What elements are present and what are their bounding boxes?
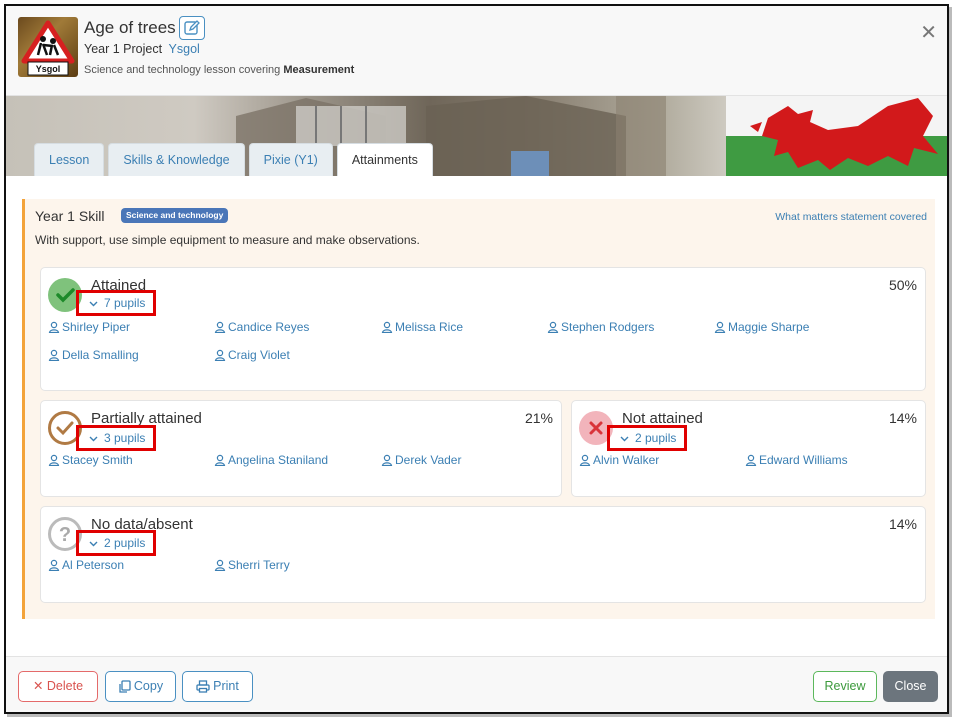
- modal-footer: ✕ Delete Copy Print Review Close: [6, 656, 947, 712]
- copy-button[interactable]: Copy: [105, 671, 176, 702]
- tab-pixie[interactable]: Pixie (Y1): [248, 143, 333, 176]
- pupils-count: 3 pupils: [104, 431, 146, 445]
- close-button[interactable]: Close: [883, 671, 938, 702]
- user-icon: [214, 349, 226, 362]
- user-icon: [579, 454, 591, 467]
- pupil-link[interactable]: Maggie Sharpe: [714, 320, 809, 334]
- group-percent: 21%: [524, 410, 553, 426]
- skill-description: With support, use simple equipment to me…: [35, 233, 420, 247]
- tab-bar: Lesson Skills & Knowledge Pixie (Y1) Att…: [34, 143, 437, 176]
- group-percent: 50%: [888, 277, 917, 293]
- lesson-description: Science and technology lesson covering M…: [84, 64, 354, 76]
- not-attained-card: Not attained 14% 2 pupils Alvin Walker E…: [571, 400, 926, 497]
- pupil-link[interactable]: Derek Vader: [381, 453, 461, 467]
- lesson-title: Age of trees: [84, 18, 176, 37]
- group-percent: 14%: [888, 516, 917, 532]
- welsh-dragon-icon: [750, 98, 938, 170]
- review-button[interactable]: Review: [813, 671, 877, 702]
- chevron-down-icon: [620, 428, 629, 448]
- copy-icon: [119, 680, 131, 693]
- pupil-link[interactable]: Melissa Rice: [381, 320, 463, 334]
- group-percent: 14%: [888, 410, 917, 426]
- user-icon: [48, 454, 60, 467]
- skill-panel: Year 1 Skill Science and technology What…: [22, 199, 935, 619]
- user-icon: [214, 321, 226, 334]
- pupil-link[interactable]: Alvin Walker: [579, 453, 659, 467]
- user-icon: [547, 321, 559, 334]
- description-topic: Measurement: [283, 64, 355, 76]
- user-icon: [214, 454, 226, 467]
- lesson-modal: Ysgol Age of trees Year 1 Project Ysgol …: [4, 4, 949, 714]
- tab-lesson[interactable]: Lesson: [34, 143, 105, 176]
- user-icon: [48, 321, 60, 334]
- user-icon: [381, 454, 393, 467]
- pupil-link[interactable]: Craig Violet: [214, 348, 290, 362]
- project-line: Year 1 Project Ysgol: [84, 42, 200, 56]
- pupils-toggle[interactable]: 3 pupils: [76, 425, 156, 451]
- project-label: Year 1 Project: [84, 42, 163, 56]
- pupil-link[interactable]: Shirley Piper: [48, 320, 130, 334]
- what-matters-link[interactable]: What matters statement covered: [775, 211, 927, 223]
- pupil-link[interactable]: Sherri Terry: [214, 558, 290, 572]
- svg-text:?: ?: [59, 524, 71, 546]
- svg-text:Ysgol: Ysgol: [36, 64, 61, 74]
- tab-skills-knowledge[interactable]: Skills & Knowledge: [108, 143, 245, 176]
- description-prefix: Science and technology lesson covering: [84, 64, 281, 76]
- user-icon: [214, 559, 226, 572]
- pupils-count: 7 pupils: [104, 296, 146, 310]
- project-link[interactable]: Ysgol: [169, 42, 200, 56]
- no-data-card: ? No data/absent 14% 2 pupils Al Peterso…: [40, 506, 926, 603]
- user-icon: [48, 349, 60, 362]
- chevron-down-icon: [89, 533, 98, 553]
- pupil-link[interactable]: Della Smalling: [48, 348, 139, 362]
- close-icon[interactable]: ✕: [920, 20, 937, 45]
- user-icon: [745, 454, 757, 467]
- pupil-link[interactable]: Candice Reyes: [214, 320, 309, 334]
- delete-button[interactable]: ✕ Delete: [18, 671, 98, 702]
- user-icon: [381, 321, 393, 334]
- pupils-toggle[interactable]: 7 pupils: [76, 290, 156, 316]
- pupil-link[interactable]: Edward Williams: [745, 453, 848, 467]
- pupil-link[interactable]: Stephen Rodgers: [547, 320, 654, 334]
- tab-attainments[interactable]: Attainments: [336, 143, 433, 176]
- close-icon: ✕: [32, 679, 44, 693]
- skill-title: Year 1 Skill: [35, 208, 105, 224]
- attained-card: Attained 50% 7 pupils Shirley Piper Cand…: [40, 267, 926, 391]
- pupils-toggle[interactable]: 2 pupils: [76, 530, 156, 556]
- user-icon: [714, 321, 726, 334]
- chevron-down-icon: [89, 293, 98, 313]
- pupils-count: 2 pupils: [635, 431, 677, 445]
- chevron-down-icon: [89, 428, 98, 448]
- pupils-count: 2 pupils: [104, 536, 146, 550]
- print-button[interactable]: Print: [182, 671, 253, 702]
- edit-title-button[interactable]: [179, 16, 205, 40]
- pupil-link[interactable]: Stacey Smith: [48, 453, 133, 467]
- subject-badge: Science and technology: [121, 208, 229, 223]
- print-icon: [196, 680, 210, 693]
- user-icon: [48, 559, 60, 572]
- edit-icon: [184, 20, 200, 35]
- pupil-link[interactable]: Al Peterson: [48, 558, 124, 572]
- pupils-toggle[interactable]: 2 pupils: [607, 425, 687, 451]
- partially-attained-card: Partially attained 21% 3 pupils Stacey S…: [40, 400, 562, 497]
- modal-header: Ysgol Age of trees Year 1 Project Ysgol …: [6, 6, 947, 96]
- pupil-link[interactable]: Angelina Staniland: [214, 453, 328, 467]
- lesson-thumbnail: Ysgol: [18, 17, 78, 77]
